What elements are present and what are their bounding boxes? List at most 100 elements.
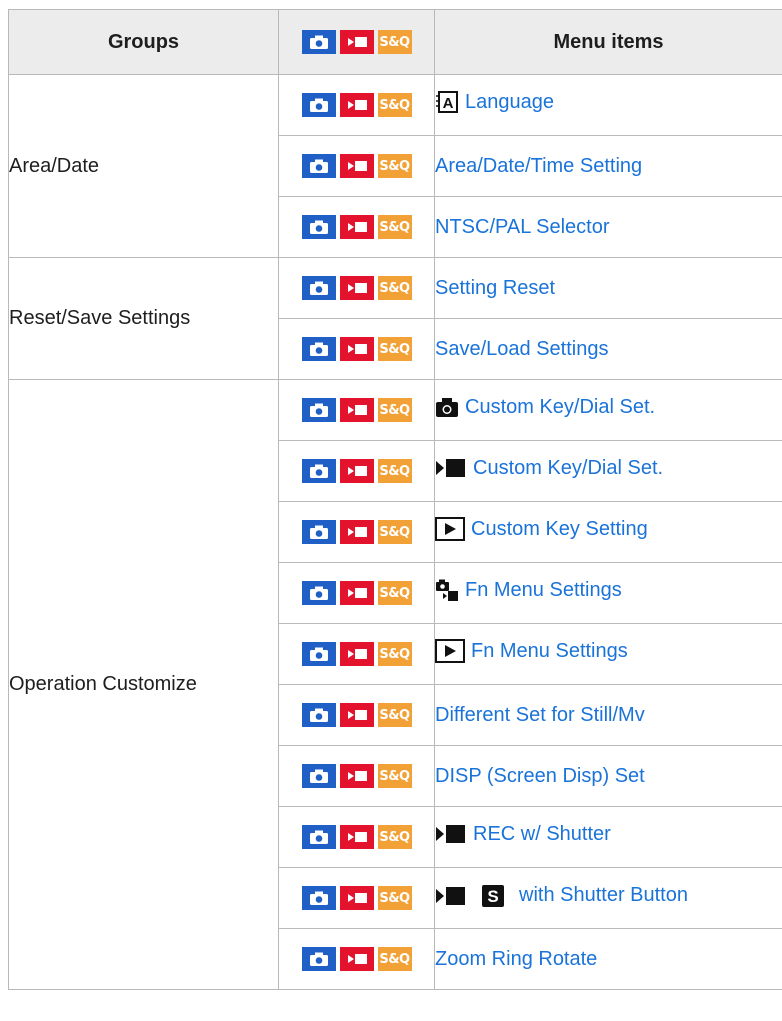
menu-item-cell: Zoom Ring Rotate <box>434 928 782 990</box>
movie-mode-icon <box>339 215 374 239</box>
mode-cell: S&Q <box>278 562 435 624</box>
movie-mode-icon <box>339 337 374 361</box>
mode-cell: S&Q <box>278 196 435 258</box>
menu-item-link[interactable]: A Language <box>436 90 554 114</box>
menu-item-link[interactable]: Area/Date/Time Setting <box>436 155 643 178</box>
menu-item-cell: Custom Key Setting <box>434 501 782 563</box>
movie-mode-icon <box>339 703 374 727</box>
menu-item-link[interactable]: Fn Menu Settings <box>436 578 622 602</box>
sq-mode-icon: S&Q <box>377 337 412 361</box>
menu-item-label: with Shutter Button <box>519 884 688 906</box>
mode-cell: S&Q <box>278 501 435 563</box>
still-camera-icon <box>436 396 460 418</box>
mode-icons: S&Q <box>301 154 412 178</box>
movie-camera-icon <box>436 823 468 845</box>
menu-item-link[interactable]: Custom Key/Dial Set. <box>436 457 663 480</box>
menu-item-label: Different Set for Still/Mv <box>435 703 645 726</box>
menu-item-label: Custom Key/Dial Set. <box>465 395 656 418</box>
menu-item-label: Zoom Ring Rotate <box>435 947 598 970</box>
still-mode-icon <box>301 703 336 727</box>
mode-icons: S&Q <box>301 825 412 849</box>
menu-item-label: Language <box>465 90 554 113</box>
menu-item-label: Fn Menu Settings <box>465 578 622 601</box>
menu-item-link[interactable]: Custom Key Setting <box>435 517 648 541</box>
menu-item-link[interactable]: Setting Reset <box>436 277 556 300</box>
menu-item-link[interactable]: Fn Menu Settings <box>435 639 628 663</box>
menu-item-link[interactable]: Different Set for Still/Mv <box>435 703 645 727</box>
movie-mode-icon <box>339 520 374 544</box>
sq-mode-icon: S&Q <box>377 520 412 544</box>
menu-item-link[interactable]: Save/Load Settings <box>435 337 609 361</box>
menu-item-cell: Save/Load Settings <box>434 318 782 380</box>
sq-mode-icon: S&Q <box>377 764 412 788</box>
menu-item-cell: REC w/ Shutter <box>434 806 782 868</box>
still-mode-icon <box>301 581 336 605</box>
movie-mode-icon <box>339 764 374 788</box>
mode-cell: S&Q <box>278 623 435 685</box>
sq-mode-icon: S&Q <box>377 642 412 666</box>
menu-item-link[interactable]: Zoom Ring Rotate <box>435 947 598 971</box>
mode-cell: S&Q <box>278 257 435 319</box>
still-mode-icon <box>301 30 336 54</box>
menu-item-cell: Different Set for Still/Mv <box>434 684 782 746</box>
still-mode-icon <box>301 276 336 300</box>
mode-icons: S&Q <box>301 642 412 666</box>
movie-camera-icon <box>436 885 468 907</box>
mode-cell: S&Q <box>278 318 435 380</box>
mode-cell: S&Q <box>278 684 435 746</box>
movie-mode-icon <box>339 276 374 300</box>
movie-mode-icon <box>339 30 374 54</box>
still-mode-icon <box>301 154 336 178</box>
still-mode-icon <box>301 93 336 117</box>
still-mode-icon <box>301 459 336 483</box>
menu-item-label: Save/Load Settings <box>435 337 609 360</box>
mode-cell: S&Q <box>278 135 435 197</box>
language-icon: A <box>436 90 460 114</box>
movie-mode-icon <box>339 581 374 605</box>
movie-mode-icon <box>339 398 374 422</box>
menu-item-label: REC w/ Shutter <box>473 822 611 845</box>
mode-cell: S&Q <box>278 745 435 807</box>
menu-item-link[interactable]: Custom Key/Dial Set. <box>436 395 656 419</box>
sq-mode-icon: S&Q <box>377 947 412 971</box>
movie-mode-icon <box>339 947 374 971</box>
mode-cell: S&Q <box>278 379 435 441</box>
mode-icons: S&Q <box>301 459 412 483</box>
menu-item-link[interactable]: DISP (Screen Disp) Set <box>436 765 645 788</box>
movie-camera-icon <box>436 457 468 479</box>
menu-item-link[interactable]: REC w/ Shutter <box>436 822 611 846</box>
movie-mode-icon <box>339 886 374 910</box>
menu-item-cell: DISP (Screen Disp) Set <box>434 745 782 807</box>
menu-item-cell: NTSC/PAL Selector <box>434 196 782 258</box>
menu-item-link[interactable]: NTSC/PAL Selector <box>435 215 610 239</box>
menu-item-cell: Custom Key/Dial Set. <box>434 440 782 502</box>
still-mode-icon <box>301 825 336 849</box>
sq-mode-icon: S&Q <box>377 703 412 727</box>
sq-mode-icon: S&Q <box>377 581 412 605</box>
menu-item-label: Custom Key Setting <box>471 517 648 540</box>
playback-icon <box>435 517 465 541</box>
mode-cell: S&Q <box>278 440 435 502</box>
mode-cell: S&Q <box>278 74 435 136</box>
sq-mode-icon: S&Q <box>377 30 412 54</box>
menu-item-cell: Fn Menu Settings <box>434 562 782 624</box>
menu-item-cell: A Language <box>434 74 782 136</box>
group-name: Reset/Save Settings <box>8 257 279 380</box>
mode-cell: S&Q <box>278 928 435 990</box>
still-mode-icon <box>301 398 336 422</box>
still-mode-icon <box>301 886 336 910</box>
menu-item-cell: Swith Shutter Button <box>434 867 782 929</box>
mode-icons: S&Q <box>301 886 412 910</box>
still-mode-icon <box>301 520 336 544</box>
menu-item-link[interactable]: Swith Shutter Button <box>436 884 688 908</box>
mode-icons: S&Q <box>301 398 412 422</box>
menu-item-cell: Custom Key/Dial Set. <box>434 379 782 441</box>
movie-mode-icon <box>339 93 374 117</box>
still-movie-icon <box>436 578 460 602</box>
menu-item-label: NTSC/PAL Selector <box>435 215 610 238</box>
mode-cell: S&Q <box>278 806 435 868</box>
table-header-row: Groups S&Q Menu items <box>8 9 782 75</box>
svg-text:S: S <box>487 887 498 906</box>
sq-mode-icon: S&Q <box>377 93 412 117</box>
still-mode-icon <box>301 642 336 666</box>
